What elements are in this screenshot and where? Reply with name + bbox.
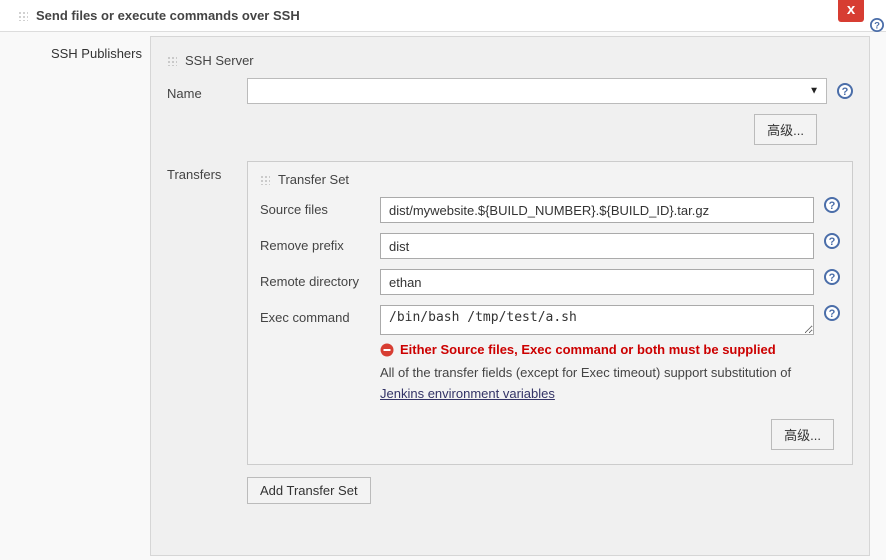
svg-text:?: ? [829, 200, 836, 212]
drag-grip-icon [18, 11, 28, 21]
drag-grip-icon [167, 56, 177, 66]
advanced-transfer-button[interactable]: 高级... [771, 419, 834, 450]
svg-text:?: ? [829, 272, 836, 284]
source-files-input[interactable] [380, 197, 814, 223]
jenkins-env-vars-link[interactable]: Jenkins environment variables [380, 386, 555, 401]
source-files-label: Source files [260, 197, 380, 217]
svg-text:?: ? [842, 86, 849, 98]
transfer-hint: All of the transfer fields (except for E… [380, 363, 814, 405]
ssh-publishers-label: SSH Publishers [51, 46, 142, 61]
remove-prefix-label: Remove prefix [260, 233, 380, 253]
help-icon[interactable]: ? [837, 83, 853, 99]
svg-text:?: ? [829, 308, 836, 320]
help-icon[interactable]: ? [824, 233, 840, 249]
close-button[interactable]: x [838, 0, 864, 22]
transfers-label: Transfers [167, 161, 247, 504]
remove-prefix-input[interactable] [380, 233, 814, 259]
transfer-set-panel: Transfer Set Source files ? [247, 161, 853, 465]
help-icon[interactable]: ? [824, 305, 840, 321]
add-transfer-set-button[interactable]: Add Transfer Set [247, 477, 371, 504]
ssh-server-name-select[interactable] [247, 78, 827, 104]
drag-grip-icon [260, 175, 270, 185]
advanced-server-button[interactable]: 高级... [754, 114, 817, 145]
help-icon[interactable]: ? [824, 197, 840, 213]
name-label: Name [167, 82, 247, 101]
remote-directory-label: Remote directory [260, 269, 380, 289]
svg-text:?: ? [829, 236, 836, 248]
error-icon [380, 343, 394, 357]
transfer-set-header: Transfer Set [278, 172, 349, 187]
section-title: Send files or execute commands over SSH [36, 8, 300, 23]
exec-command-label: Exec command [260, 305, 380, 325]
remote-directory-input[interactable] [380, 269, 814, 295]
help-icon[interactable]: ? [870, 18, 884, 32]
help-icon[interactable]: ? [824, 269, 840, 285]
exec-command-input[interactable] [380, 305, 814, 335]
svg-text:?: ? [874, 21, 880, 32]
ssh-publisher-panel: SSH Server Name ▼ ? 高级... Transfers [150, 36, 870, 556]
error-message: Either Source files, Exec command or bot… [400, 342, 776, 357]
ssh-server-header: SSH Server [185, 53, 254, 68]
